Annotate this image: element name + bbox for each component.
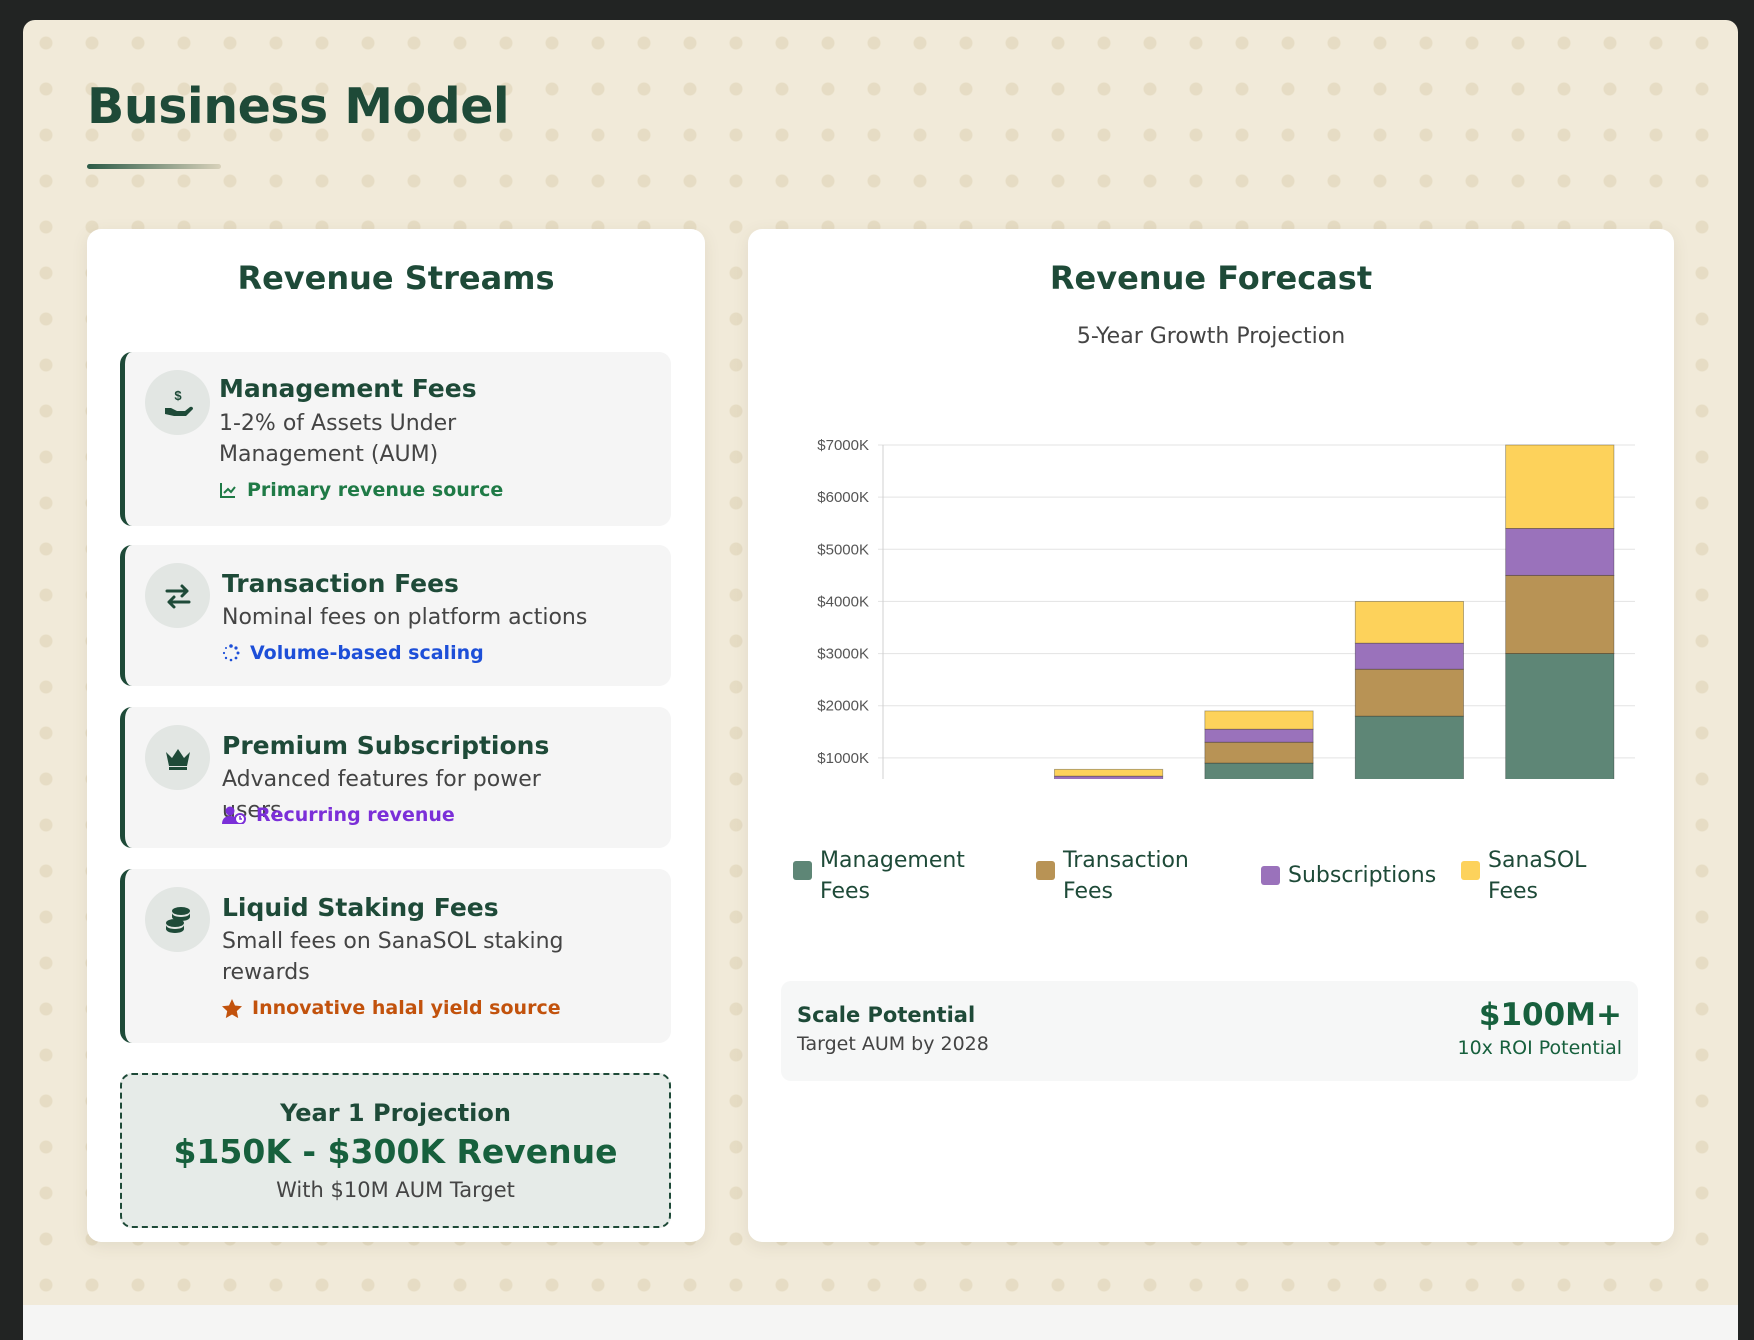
revenue-streams-card: Revenue Streams $ Management Fees 1-2% o… [87, 229, 705, 1242]
spinner-icon [222, 644, 240, 662]
bar-segment [1204, 762, 1314, 779]
stream-tag-label: Innovative halal yield source [252, 997, 561, 1019]
page-title: Business Model [87, 78, 510, 135]
hand-dollar-icon: $ [145, 370, 210, 435]
crown-icon [145, 725, 210, 790]
y-tick-label: $1000K [817, 750, 869, 767]
bar-segment [1054, 768, 1164, 777]
coins-icon [145, 887, 210, 952]
projection-note: With $10M AUM Target [276, 1178, 515, 1202]
scale-potential-box: Scale Potential Target AUM by 2028 $100M… [781, 981, 1638, 1081]
scale-label: Scale Potential [797, 1003, 976, 1027]
bar-segment [1354, 715, 1464, 779]
title-underline [87, 164, 221, 169]
stream-tag: Innovative halal yield source [222, 997, 561, 1019]
stream-title: Management Fees [219, 374, 477, 403]
stream-desc: Nominal fees on platform actions [222, 605, 588, 630]
legend-label: SanaSOL Fees [1488, 848, 1587, 904]
bar-segment [1204, 741, 1314, 764]
stream-tag-label: Recurring revenue [256, 804, 455, 826]
stream-tag: Primary revenue source [219, 479, 503, 501]
forecast-subtitle: 5-Year Growth Projection [1076, 324, 1346, 349]
stream-premium-subscriptions: Premium Subscriptions Advanced features … [120, 707, 671, 848]
stream-title: Liquid Staking Fees [222, 893, 499, 922]
revenue-forecast-title: Revenue Forecast [1049, 259, 1373, 297]
bar-segment [1505, 574, 1615, 654]
y-tick-label: $2000K [817, 698, 869, 715]
stream-tag-label: Primary revenue source [247, 479, 504, 501]
scale-note: 10x ROI Potential [1457, 1037, 1623, 1059]
bar-segment [1054, 775, 1164, 779]
stream-desc: Small fees on SanaSOL staking rewards [222, 929, 564, 985]
stream-tag: Recurring revenue [222, 804, 455, 826]
y-tick-label: $7000K [817, 437, 869, 454]
y-tick-label: $6000K [817, 489, 869, 506]
projection-label: Year 1 Projection [280, 1099, 511, 1127]
star-icon [222, 998, 242, 1018]
legend-item[interactable]: Subscriptions [1261, 860, 1451, 891]
legend-item[interactable]: Management Fees [793, 845, 983, 907]
legend-item[interactable]: SanaSOL Fees [1461, 845, 1601, 907]
footer-strip [23, 1305, 1738, 1340]
legend-swatch [1261, 866, 1280, 885]
y-tick-label: $5000K [817, 541, 869, 558]
svg-text:$: $ [174, 388, 182, 403]
slide: Business Model Revenue Streams $ Managem… [23, 20, 1738, 1340]
stream-title: Transaction Fees [222, 569, 459, 598]
stream-tag-label: Volume-based scaling [250, 642, 484, 664]
y-tick-label: $3000K [817, 646, 869, 663]
legend-swatch [1036, 861, 1055, 880]
bar-segment [1505, 444, 1615, 529]
revenue-streams-title: Revenue Streams [237, 259, 555, 297]
bar-segment [1354, 642, 1464, 670]
projection-value: $150K - $300K Revenue [173, 1132, 618, 1171]
bar-segment [1204, 728, 1314, 743]
chart-line-icon [220, 483, 236, 498]
y-tick-label: $4000K [817, 593, 869, 610]
bar-segment [1204, 710, 1314, 730]
stream-transaction-fees: Transaction Fees Nominal fees on platfor… [120, 545, 671, 686]
stream-management-fees: $ Management Fees 1-2% of Assets Under M… [120, 352, 671, 526]
revenue-forecast-card: Revenue Forecast 5-Year Growth Projectio… [748, 229, 1674, 1242]
stream-tag: Volume-based scaling [222, 642, 484, 664]
legend-label: Transaction Fees [1063, 848, 1189, 904]
user-clock-icon [222, 806, 246, 824]
stream-desc: 1-2% of Assets Under Management (AUM) [219, 411, 457, 467]
bar-segment [1505, 653, 1615, 779]
revenue-forecast-chart: $0K$1000K$2000K$3000K$4000K$5000K$6000K$… [817, 437, 1635, 779]
bar-segment [1354, 601, 1464, 644]
scale-value: $100M+ [1478, 997, 1622, 1033]
year1-projection-box: Year 1 Projection $150K - $300K Revenue … [120, 1073, 671, 1228]
legend-label: Subscriptions [1288, 863, 1437, 888]
legend-swatch [1461, 861, 1480, 880]
legend-swatch [793, 861, 812, 880]
stream-title: Premium Subscriptions [222, 731, 550, 760]
legend-label: Management Fees [820, 848, 965, 904]
stream-liquid-staking-fees: Liquid Staking Fees Small fees on SanaSO… [120, 869, 671, 1043]
bar-segment [1354, 668, 1464, 717]
exchange-arrows-icon [145, 563, 210, 628]
bar-segment [1505, 528, 1615, 576]
scale-sublabel: Target AUM by 2028 [797, 1033, 989, 1055]
legend-item[interactable]: Transaction Fees [1036, 845, 1206, 907]
